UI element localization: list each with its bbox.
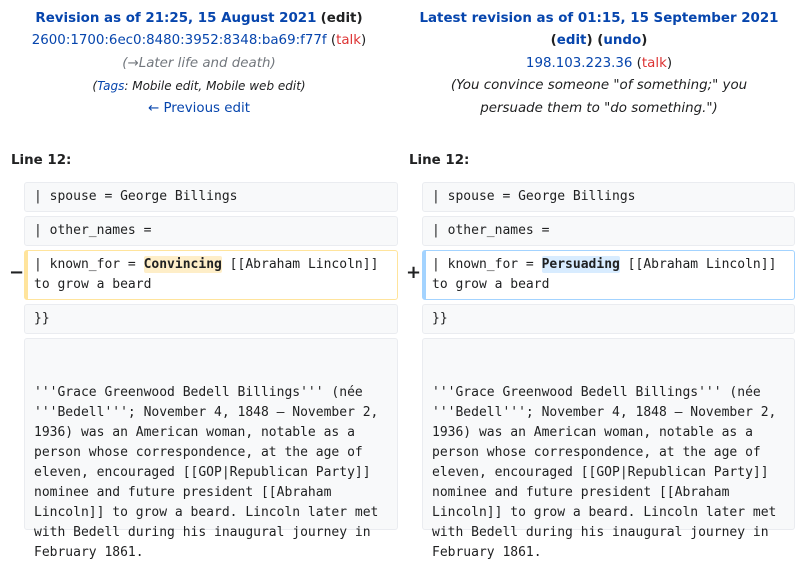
deleted-word: Convincing: [143, 256, 222, 273]
text-line: '''Bedell'''; November 4, 1848 – Novembe…: [34, 405, 379, 420]
context-row: | spouse = George Billings: [422, 182, 795, 212]
text-line: Lincoln]] to grow a beard. Lincoln later…: [34, 505, 379, 520]
text: [[Abraham Lincoln]]: [221, 257, 379, 272]
text-line: Lincoln]] to grow a beard. Lincoln later…: [432, 505, 777, 520]
new-line-number: Line 12:: [409, 153, 470, 168]
old-summary: Later life and death: [138, 55, 271, 71]
context-paragraph: '''Grace Greenwood Bedell Billings''' (n…: [422, 338, 795, 560]
text-line: '''Grace Greenwood Bedell Billings''' (n…: [34, 385, 363, 400]
new-revision-link[interactable]: Latest revision as of 01:15, 15 Septembe…: [419, 11, 778, 26]
tags-text: : Mobile edit, Mobile web edit: [124, 79, 301, 94]
section-link[interactable]: →: [128, 56, 139, 71]
text-line: with Bedell during his inaugural journey…: [432, 525, 769, 540]
text: | known_for =: [34, 257, 144, 272]
old-revision-link[interactable]: Revision as of 21:25, 15 August 2021: [35, 11, 316, 26]
new-summary-cont: persuade them to "do something."): [480, 100, 718, 116]
new-talk-link[interactable]: talk: [642, 56, 667, 71]
deleted-line-marker: −: [9, 262, 25, 283]
previous-edit-link[interactable]: ← Previous edit: [148, 101, 250, 116]
text-line: person whose correspondence, at the age …: [34, 445, 363, 460]
text-line: '''Grace Greenwood Bedell Billings''' (n…: [432, 385, 761, 400]
text-line: eleven, encouraged [[GOP|Republican Part…: [34, 465, 371, 480]
old-line-number: Line 12:: [11, 153, 72, 168]
new-summary: You convince someone "of something;" you: [456, 78, 748, 94]
text-line: nominee and future president [[Abraham: [432, 485, 730, 500]
text: to grow a beard: [34, 277, 152, 292]
text-line: eleven, encouraged [[GOP|Republican Part…: [432, 465, 769, 480]
text: | known_for =: [432, 257, 542, 272]
deleted-line: | known_for = Convincing [[Abraham Linco…: [24, 250, 398, 300]
added-word: Persuading: [541, 256, 620, 273]
text-line: nominee and future president [[Abraham: [34, 485, 332, 500]
old-talk-link[interactable]: talk: [336, 33, 361, 48]
context-row: | spouse = George Billings: [24, 182, 398, 212]
new-revision-header: Latest revision as of 01:15, 15 Septembe…: [400, 8, 798, 120]
text-line: February 1861.: [432, 545, 542, 560]
text-line: '''Bedell'''; November 4, 1848 – Novembe…: [432, 405, 777, 420]
context-row: }}: [24, 304, 398, 334]
old-revision-header: Revision as of 21:25, 15 August 2021 (ed…: [31, 11, 367, 116]
text-line: February 1861.: [34, 545, 144, 560]
context-paragraph: '''Grace Greenwood Bedell Billings''' (n…: [24, 338, 398, 560]
context-row: | other_names =: [24, 216, 398, 246]
text: [[Abraham Lincoln]]: [619, 257, 777, 272]
old-edit-link[interactable]: edit: [327, 11, 357, 26]
text: to grow a beard: [432, 277, 550, 292]
added-line-marker: +: [406, 262, 422, 283]
context-row: }}: [422, 304, 795, 334]
text-line: person whose correspondence, at the age …: [432, 445, 761, 460]
tags-link[interactable]: Tags: [97, 79, 124, 93]
undo-link[interactable]: undo: [603, 33, 641, 48]
new-edit-link[interactable]: edit: [557, 33, 587, 48]
added-line: | known_for = Persuading [[Abraham Linco…: [422, 250, 795, 300]
text-line: 1936) was an American woman, notable as …: [34, 425, 355, 440]
text-line: 1936) was an American woman, notable as …: [432, 425, 753, 440]
text-line: with Bedell during his inaugural journey…: [34, 525, 371, 540]
context-row: | other_names =: [422, 216, 795, 246]
old-user-link[interactable]: 2600:1700:6ec0:8480:3952:8348:ba69:f77f: [32, 33, 327, 48]
new-user-link[interactable]: 198.103.223.36: [526, 56, 632, 71]
